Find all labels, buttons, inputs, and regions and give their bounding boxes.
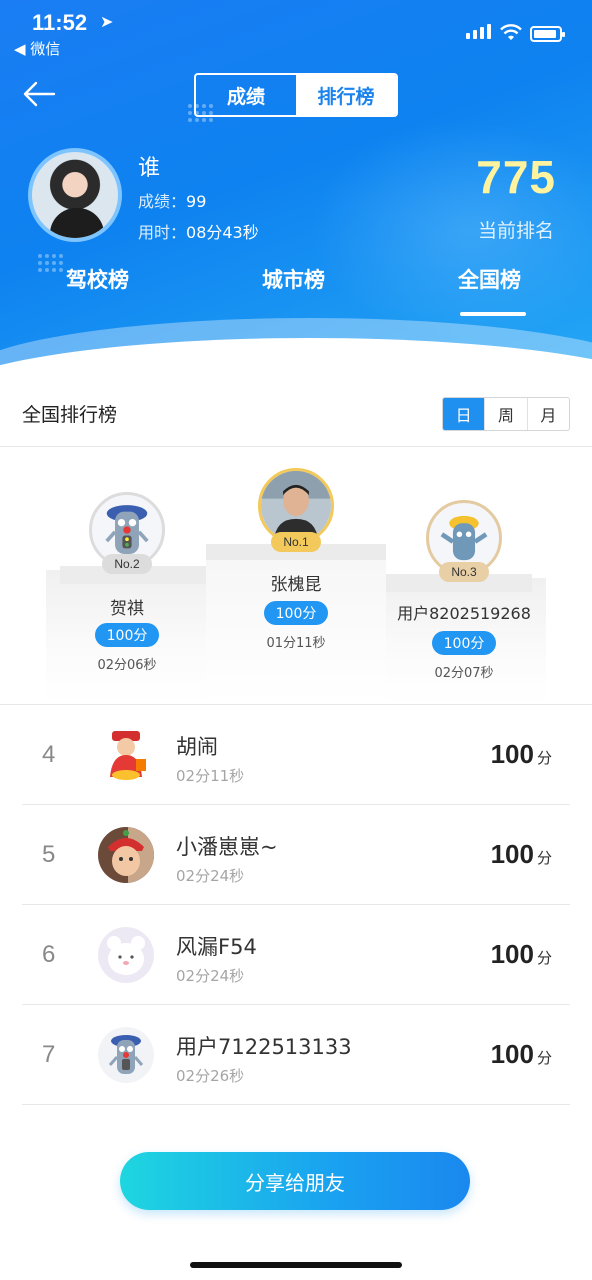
first-place-score: 100分: [264, 601, 328, 625]
child-photo-avatar-icon: [98, 827, 154, 883]
period-month[interactable]: 月: [526, 398, 569, 430]
first-place-time: 01分11秒: [266, 636, 326, 651]
period-day[interactable]: 日: [443, 398, 485, 430]
share-to-friends-button[interactable]: 分享给朋友: [120, 1152, 470, 1210]
user-time: 02分26秒: [176, 1067, 245, 1085]
period-selector: 日 周 月: [442, 397, 570, 431]
my-score-line: 成绩：99: [138, 188, 206, 212]
signal-icon: [466, 24, 491, 39]
user-score: 100 分: [491, 739, 552, 770]
second-place-time: 02分06秒: [97, 658, 157, 673]
score-value: 100: [490, 1039, 534, 1069]
my-rank-number: 775: [476, 151, 556, 203]
my-score-value: 99: [186, 192, 207, 211]
man-photo-avatar: [261, 471, 331, 541]
tab-driving-school[interactable]: 驾校榜: [66, 264, 129, 294]
user-time: 02分24秒: [176, 867, 245, 885]
decor-dots: [188, 104, 213, 122]
third-place-name: 用户8202519268: [397, 604, 531, 623]
score-value: 100: [490, 839, 534, 869]
first-place-badge: No.1: [271, 532, 321, 552]
first-place-name: 张槐昆: [270, 575, 322, 595]
user-name: 风漏F54: [176, 935, 257, 959]
active-tab-indicator: [460, 312, 526, 316]
second-place-badge: No.2: [102, 554, 152, 574]
my-time-line: 用时：08分43秒: [138, 219, 259, 243]
home-indicator[interactable]: [190, 1262, 402, 1268]
board-tabs: 驾校榜 城市榜 全国榜: [0, 262, 592, 322]
rank-number: 4: [42, 741, 56, 768]
battery-icon: [530, 26, 565, 42]
status-time: 11:52: [32, 10, 88, 35]
score-ranking-toggle: 成绩 排行榜: [194, 73, 398, 117]
back-to-app-link[interactable]: ◀ 微信: [14, 38, 60, 59]
second-place-name: 贺祺: [110, 599, 144, 619]
my-time-label: 用时：: [138, 223, 187, 242]
my-time-value: 08分43秒: [186, 223, 259, 242]
segment-ranking[interactable]: 排行榜: [296, 75, 396, 115]
location-arrow-icon: ➤: [100, 12, 114, 31]
user-name: 用户7122513133: [176, 1035, 352, 1059]
board-title: 全国排行榜: [22, 404, 118, 426]
user-time: 02分24秒: [176, 967, 245, 985]
status-bar: 11:52 ➤ ◀ 微信: [0, 0, 592, 64]
my-avatar[interactable]: [28, 148, 122, 242]
my-score-label: 成绩：: [138, 192, 187, 211]
second-place-score: 100分: [95, 623, 159, 647]
podium: No.2 No.1 No.3 贺祺 100分 02分06秒 张槐昆 100分 0…: [0, 448, 592, 704]
third-place-time: 02分07秒: [434, 666, 494, 681]
user-name: 胡闹: [176, 735, 218, 759]
third-place-score: 100分: [432, 631, 496, 655]
leaderboard-page: 11:52 ➤ ◀ 微信 成绩 排行榜 谁 成绩：99 用时：08分43秒 77…: [0, 0, 592, 1280]
user-score: 100 分: [491, 839, 552, 870]
score-value: 100: [490, 939, 534, 969]
back-arrow-icon[interactable]: [22, 80, 56, 108]
score-unit: 分: [536, 1049, 552, 1067]
user-score: 100 分: [491, 939, 552, 970]
tab-city[interactable]: 城市榜: [262, 264, 325, 294]
white-bear-avatar-icon: [98, 927, 154, 983]
score-unit: 分: [536, 849, 552, 867]
rank-number: 7: [42, 1041, 56, 1068]
list-item[interactable]: 5 小潘崽崽~ 02分24秒 100 分: [22, 805, 570, 905]
rank-number: 6: [42, 941, 56, 968]
list-item[interactable]: 7 用户7122513133 02分26秒 100 分: [22, 1005, 570, 1105]
list-item[interactable]: 6 风漏F54 02分24秒 100 分: [22, 905, 570, 1005]
score-value: 100: [490, 739, 534, 769]
god-of-wealth-avatar-icon: [98, 727, 154, 783]
third-place-badge: No.3: [439, 562, 489, 582]
my-name: 谁: [138, 156, 161, 181]
period-week[interactable]: 周: [484, 398, 526, 430]
score-unit: 分: [536, 749, 552, 767]
user-score: 100 分: [491, 1039, 552, 1070]
tab-national[interactable]: 全国榜: [458, 264, 521, 294]
rank-number: 5: [42, 841, 56, 868]
score-unit: 分: [536, 949, 552, 967]
wifi-icon: [500, 24, 522, 40]
user-time: 02分11秒: [176, 767, 245, 785]
user-name: 小潘崽崽~: [176, 835, 278, 859]
list-item[interactable]: 4 胡闹 02分11秒 100 分: [22, 705, 570, 805]
divider: [0, 446, 592, 447]
my-rank-label: 当前排名: [477, 220, 554, 242]
traffic-light-mascot-avatar-icon: [98, 1027, 154, 1083]
